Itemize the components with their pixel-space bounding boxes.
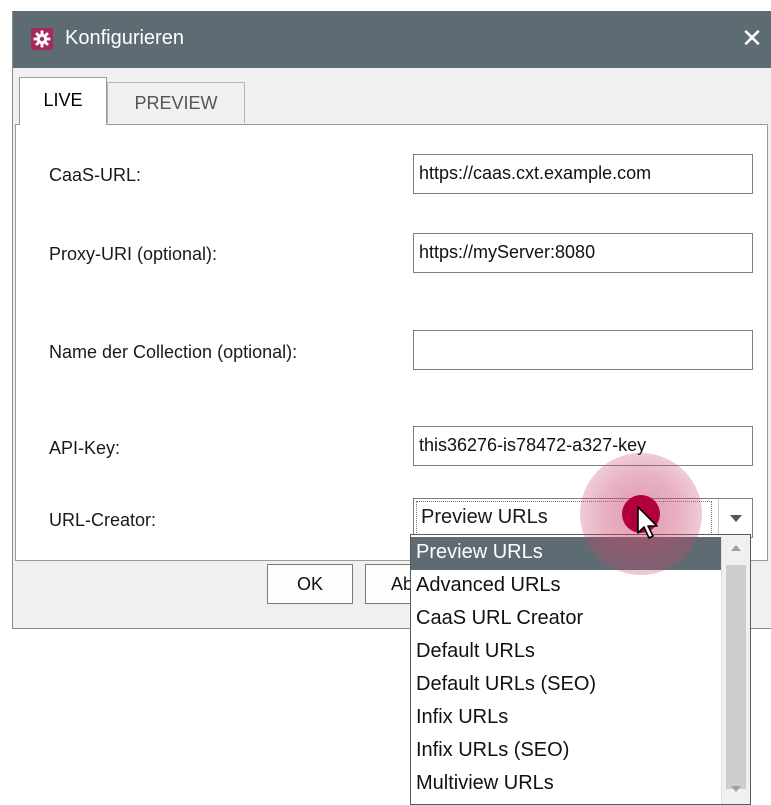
caas-url-label: CaaS-URL: xyxy=(49,165,142,185)
scroll-up-button[interactable] xyxy=(722,535,750,563)
gear-icon xyxy=(31,28,53,50)
scroll-thumb[interactable] xyxy=(726,565,746,789)
tab-panel-live: CaaS-URL: https://caas.cxt.example.com P… xyxy=(15,124,768,561)
title-bar[interactable]: Konfigurieren ✕ xyxy=(13,11,771,68)
caas-url-input[interactable]: https://caas.cxt.example.com xyxy=(413,154,753,194)
dropdown-option[interactable]: CaaS URL Creator xyxy=(411,603,722,636)
combo-dropdown-button[interactable] xyxy=(718,499,752,537)
ok-button[interactable]: OK xyxy=(267,564,353,604)
url-creator-combobox[interactable]: Preview URLs xyxy=(413,498,753,538)
collection-name-input[interactable] xyxy=(413,330,753,370)
dropdown-option[interactable]: Default URLs (SEO) xyxy=(411,669,722,702)
collection-name-label: Name der Collection (optional): xyxy=(49,342,298,362)
proxy-uri-input[interactable]: https://myServer:8080 xyxy=(413,233,753,273)
dropdown-option[interactable]: Advanced URLs xyxy=(411,570,722,603)
api-key-label: API-Key: xyxy=(49,438,121,458)
close-icon[interactable]: ✕ xyxy=(737,23,767,53)
dropdown-option[interactable]: Multiview URLs xyxy=(411,768,722,801)
dropdown-option[interactable]: Infix URLs (SEO) xyxy=(411,735,722,768)
dropdown-scrollbar[interactable] xyxy=(721,535,750,804)
tab-preview[interactable]: PREVIEW xyxy=(107,82,245,123)
dropdown-option[interactable]: Infix URLs xyxy=(411,702,722,735)
dropdown-option[interactable]: Preview URLs xyxy=(411,537,722,570)
url-creator-selected-value[interactable]: Preview URLs xyxy=(416,501,712,535)
chevron-down-icon xyxy=(731,786,741,792)
url-creator-dropdown-list[interactable]: Preview URLs Advanced URLs CaaS URL Crea… xyxy=(410,534,751,805)
chevron-up-icon xyxy=(731,545,741,551)
dropdown-option[interactable]: Default URLs xyxy=(411,636,722,669)
tab-live[interactable]: LIVE xyxy=(19,77,107,125)
proxy-uri-label: Proxy-URI (optional): xyxy=(49,244,218,264)
url-creator-label: URL-Creator: xyxy=(49,510,157,530)
chevron-down-icon xyxy=(730,515,742,522)
api-key-input[interactable]: this36276-is78472-a327-key xyxy=(413,426,753,466)
dialog-title: Konfigurieren xyxy=(65,27,184,49)
scroll-down-button[interactable] xyxy=(722,776,750,804)
